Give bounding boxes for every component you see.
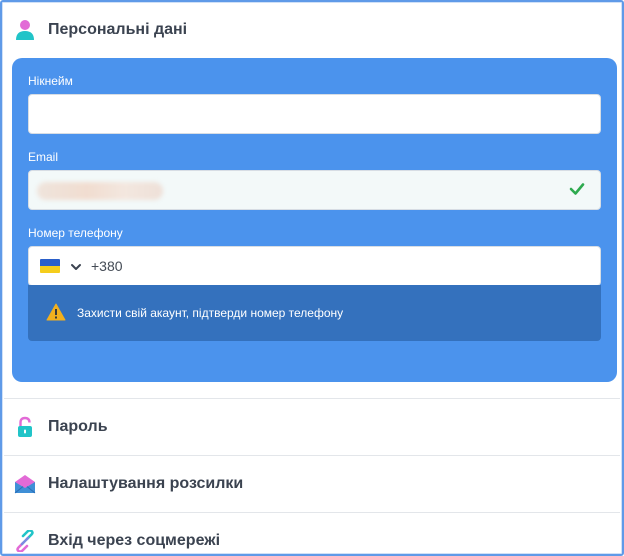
section-mailing-title: Налаштування розсилки (48, 475, 244, 492)
section-social-header[interactable]: Вхід через соцмережі (4, 513, 620, 554)
ukraine-flag-icon[interactable] (40, 259, 60, 273)
warning-icon (46, 303, 66, 321)
link-icon (14, 530, 36, 552)
phone-input[interactable]: +380 (28, 246, 601, 286)
phone-verify-notice-text: Захисти свій акаунт, підтверди номер тел… (77, 306, 344, 320)
section-password-title: Пароль (48, 418, 108, 435)
nickname-label: Нікнейм (28, 74, 73, 88)
phone-label: Номер телефону (28, 226, 123, 240)
phone-verify-notice: Захисти свій акаунт, підтверди номер тел… (28, 285, 601, 341)
profile-settings-frame: Персональні дані Нікнейм Email Номер тел… (0, 0, 624, 556)
section-personal-title: Персональні дані (48, 21, 188, 38)
envelope-icon (14, 473, 36, 495)
user-icon (14, 19, 36, 41)
section-personal-header[interactable]: Персональні дані (4, 2, 620, 58)
lock-icon (14, 416, 36, 438)
personal-data-panel: Нікнейм Email Номер телефону +380 Захист… (12, 58, 617, 382)
email-label: Email (28, 150, 59, 164)
nickname-input[interactable] (28, 94, 601, 134)
section-mailing-header[interactable]: Налаштування розсилки (4, 456, 620, 512)
checkmark-icon (568, 180, 586, 198)
email-input[interactable] (28, 170, 601, 210)
section-social-title: Вхід через соцмережі (48, 532, 221, 549)
chevron-down-icon[interactable] (70, 260, 82, 272)
email-value-redacted (37, 182, 163, 200)
section-password-header[interactable]: Пароль (4, 399, 620, 455)
phone-dial-code[interactable]: +380 (91, 258, 123, 274)
